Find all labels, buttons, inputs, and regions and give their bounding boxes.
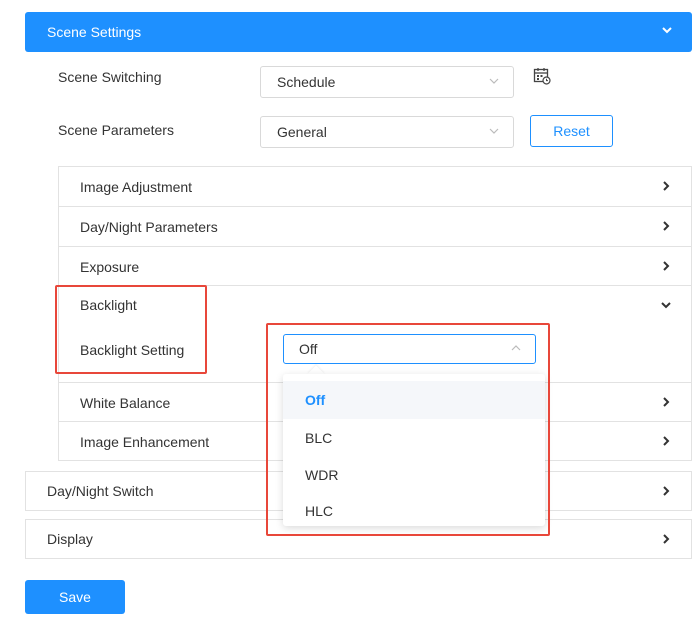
chevron-down-icon bbox=[489, 78, 499, 84]
chevron-right-icon bbox=[663, 486, 670, 496]
scene-settings-title: Scene Settings bbox=[47, 24, 142, 40]
save-button[interactable]: Save bbox=[25, 580, 125, 614]
chevron-down-icon bbox=[661, 302, 671, 309]
day-night-switch-label: Day/Night Switch bbox=[47, 483, 154, 499]
annotation-box-backlight bbox=[55, 285, 207, 374]
day-night-parameters-label: Day/Night Parameters bbox=[80, 219, 218, 235]
chevron-right-icon bbox=[663, 397, 670, 407]
day-night-parameters-row[interactable]: Day/Night Parameters bbox=[59, 207, 691, 246]
scene-parameters-value: General bbox=[277, 124, 327, 140]
white-balance-label: White Balance bbox=[80, 395, 171, 411]
scene-settings-header[interactable]: Scene Settings bbox=[25, 12, 692, 52]
scene-parameters-select[interactable]: General bbox=[260, 116, 514, 148]
scene-switching-value: Schedule bbox=[277, 74, 336, 90]
chevron-down-icon bbox=[662, 27, 672, 34]
display-label: Display bbox=[47, 531, 93, 547]
image-adjustment-label: Image Adjustment bbox=[80, 179, 193, 195]
chevron-right-icon bbox=[663, 181, 670, 191]
exposure-row[interactable]: Exposure bbox=[59, 247, 691, 285]
calendar-icon[interactable] bbox=[533, 67, 551, 85]
image-adjustment-row[interactable]: Image Adjustment bbox=[59, 167, 691, 206]
reset-button[interactable]: Reset bbox=[530, 115, 613, 147]
scene-switching-select[interactable]: Schedule bbox=[260, 66, 514, 98]
chevron-right-icon bbox=[663, 221, 670, 231]
scene-switching-label: Scene Switching bbox=[58, 69, 162, 85]
chevron-down-icon bbox=[489, 128, 499, 134]
exposure-label: Exposure bbox=[80, 259, 140, 275]
chevron-right-icon bbox=[663, 436, 670, 446]
chevron-right-icon bbox=[663, 261, 670, 271]
scene-parameters-label: Scene Parameters bbox=[58, 122, 174, 138]
chevron-right-icon bbox=[663, 534, 670, 544]
annotation-box-dropdown bbox=[266, 323, 550, 536]
image-enhancement-label: Image Enhancement bbox=[80, 434, 210, 450]
